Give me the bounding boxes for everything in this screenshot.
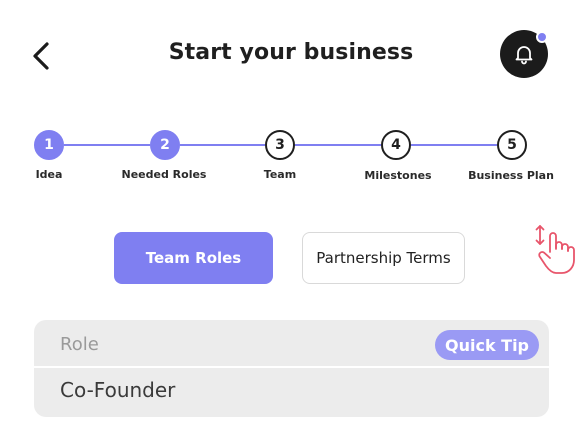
step-connector	[180, 144, 265, 146]
step-3-circle[interactable]: 3	[265, 130, 295, 160]
role-card: Role Quick Tip Co-Founder	[34, 320, 549, 417]
step-5-label: Business Plan	[468, 169, 554, 182]
scroll-hand-icon	[532, 222, 580, 276]
card-divider	[34, 366, 549, 368]
step-1-label: Idea	[35, 168, 63, 181]
step-connector	[64, 144, 150, 146]
bell-icon	[515, 46, 533, 65]
tab-partnership-terms[interactable]: Partnership Terms	[302, 232, 465, 284]
step-connector	[295, 144, 381, 146]
role-label: Role	[60, 334, 99, 355]
role-value[interactable]: Co-Founder	[60, 378, 175, 402]
header: Start your business	[0, 0, 582, 110]
quick-tip-button[interactable]: Quick Tip	[435, 330, 539, 360]
step-3-label: Team	[263, 168, 297, 181]
step-4-label: Milestones	[364, 169, 432, 182]
step-5-circle[interactable]: 5	[497, 130, 527, 160]
step-4-circle[interactable]: 4	[381, 130, 411, 160]
notifications-button[interactable]	[500, 30, 548, 78]
step-1-circle[interactable]: 1	[34, 130, 64, 160]
step-2-label: Needed Roles	[121, 168, 207, 181]
progress-stepper: 1 2 3 4 5 Idea Needed Roles Team Milesto…	[0, 128, 582, 188]
tab-team-roles[interactable]: Team Roles	[114, 232, 273, 284]
notification-badge	[536, 31, 548, 43]
step-connector	[411, 144, 497, 146]
page-title: Start your business	[168, 40, 414, 65]
step-2-circle[interactable]: 2	[150, 130, 180, 160]
